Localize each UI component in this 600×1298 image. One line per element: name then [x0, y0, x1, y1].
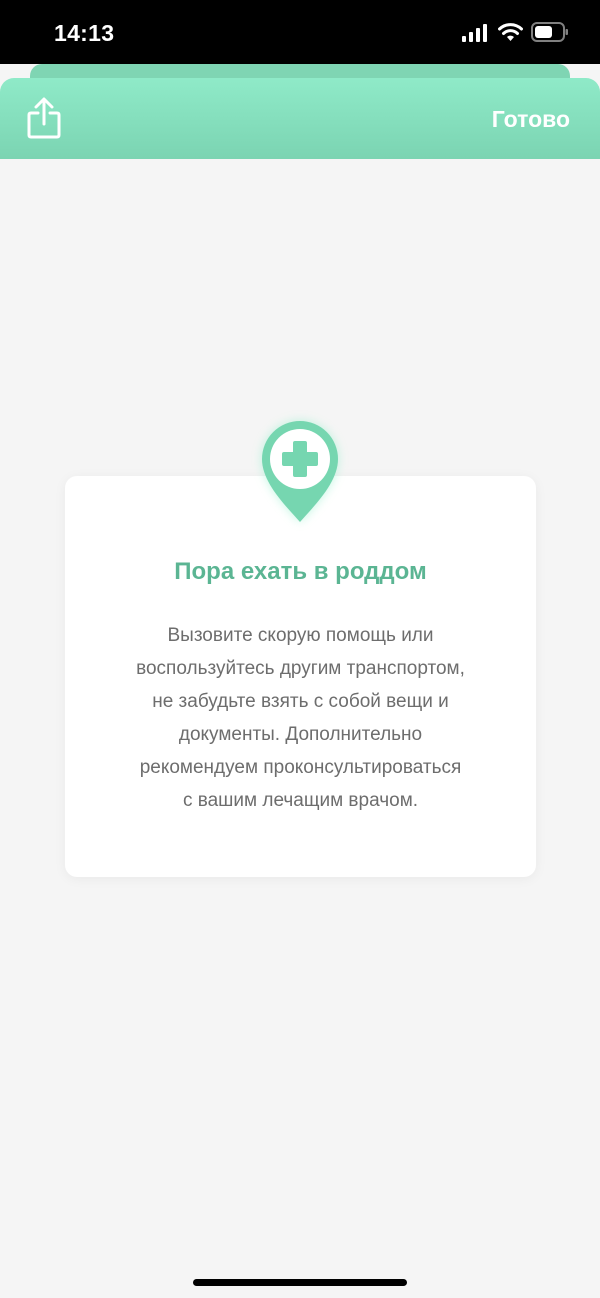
card-text-line: рекомендуем проконсультироваться [139, 757, 462, 778]
card-text-line: документы. Дополнительно [178, 724, 423, 745]
battery-icon [531, 22, 568, 42]
card-title: Пора ехать в роддом [174, 558, 427, 585]
card-text: Вызовите скорую помощь или воспользуйтес… [95, 619, 506, 817]
share-icon [27, 97, 61, 139]
hospital-pin-icon [262, 421, 338, 522]
wifi-icon [498, 23, 523, 41]
share-button[interactable] [24, 96, 64, 140]
done-button[interactable]: Готово [492, 106, 570, 133]
card-text-line: воспользуйтесь другим транспортом, [136, 658, 465, 679]
card-text-line: Вызовите скорую помощь или [167, 625, 434, 646]
card-text-line: не забудьте взять с собой вещи и [152, 691, 449, 712]
status-bar: 14:13 [0, 0, 600, 64]
signal-icon [462, 24, 487, 42]
header: Готово [0, 78, 600, 159]
status-time: 14:13 [54, 20, 115, 46]
home-indicator [193, 1279, 407, 1286]
card-text-line: с вашим лечащим врачом. [182, 790, 419, 811]
info-card: Пора ехать в роддом Вызовите скорую помо… [65, 476, 536, 877]
